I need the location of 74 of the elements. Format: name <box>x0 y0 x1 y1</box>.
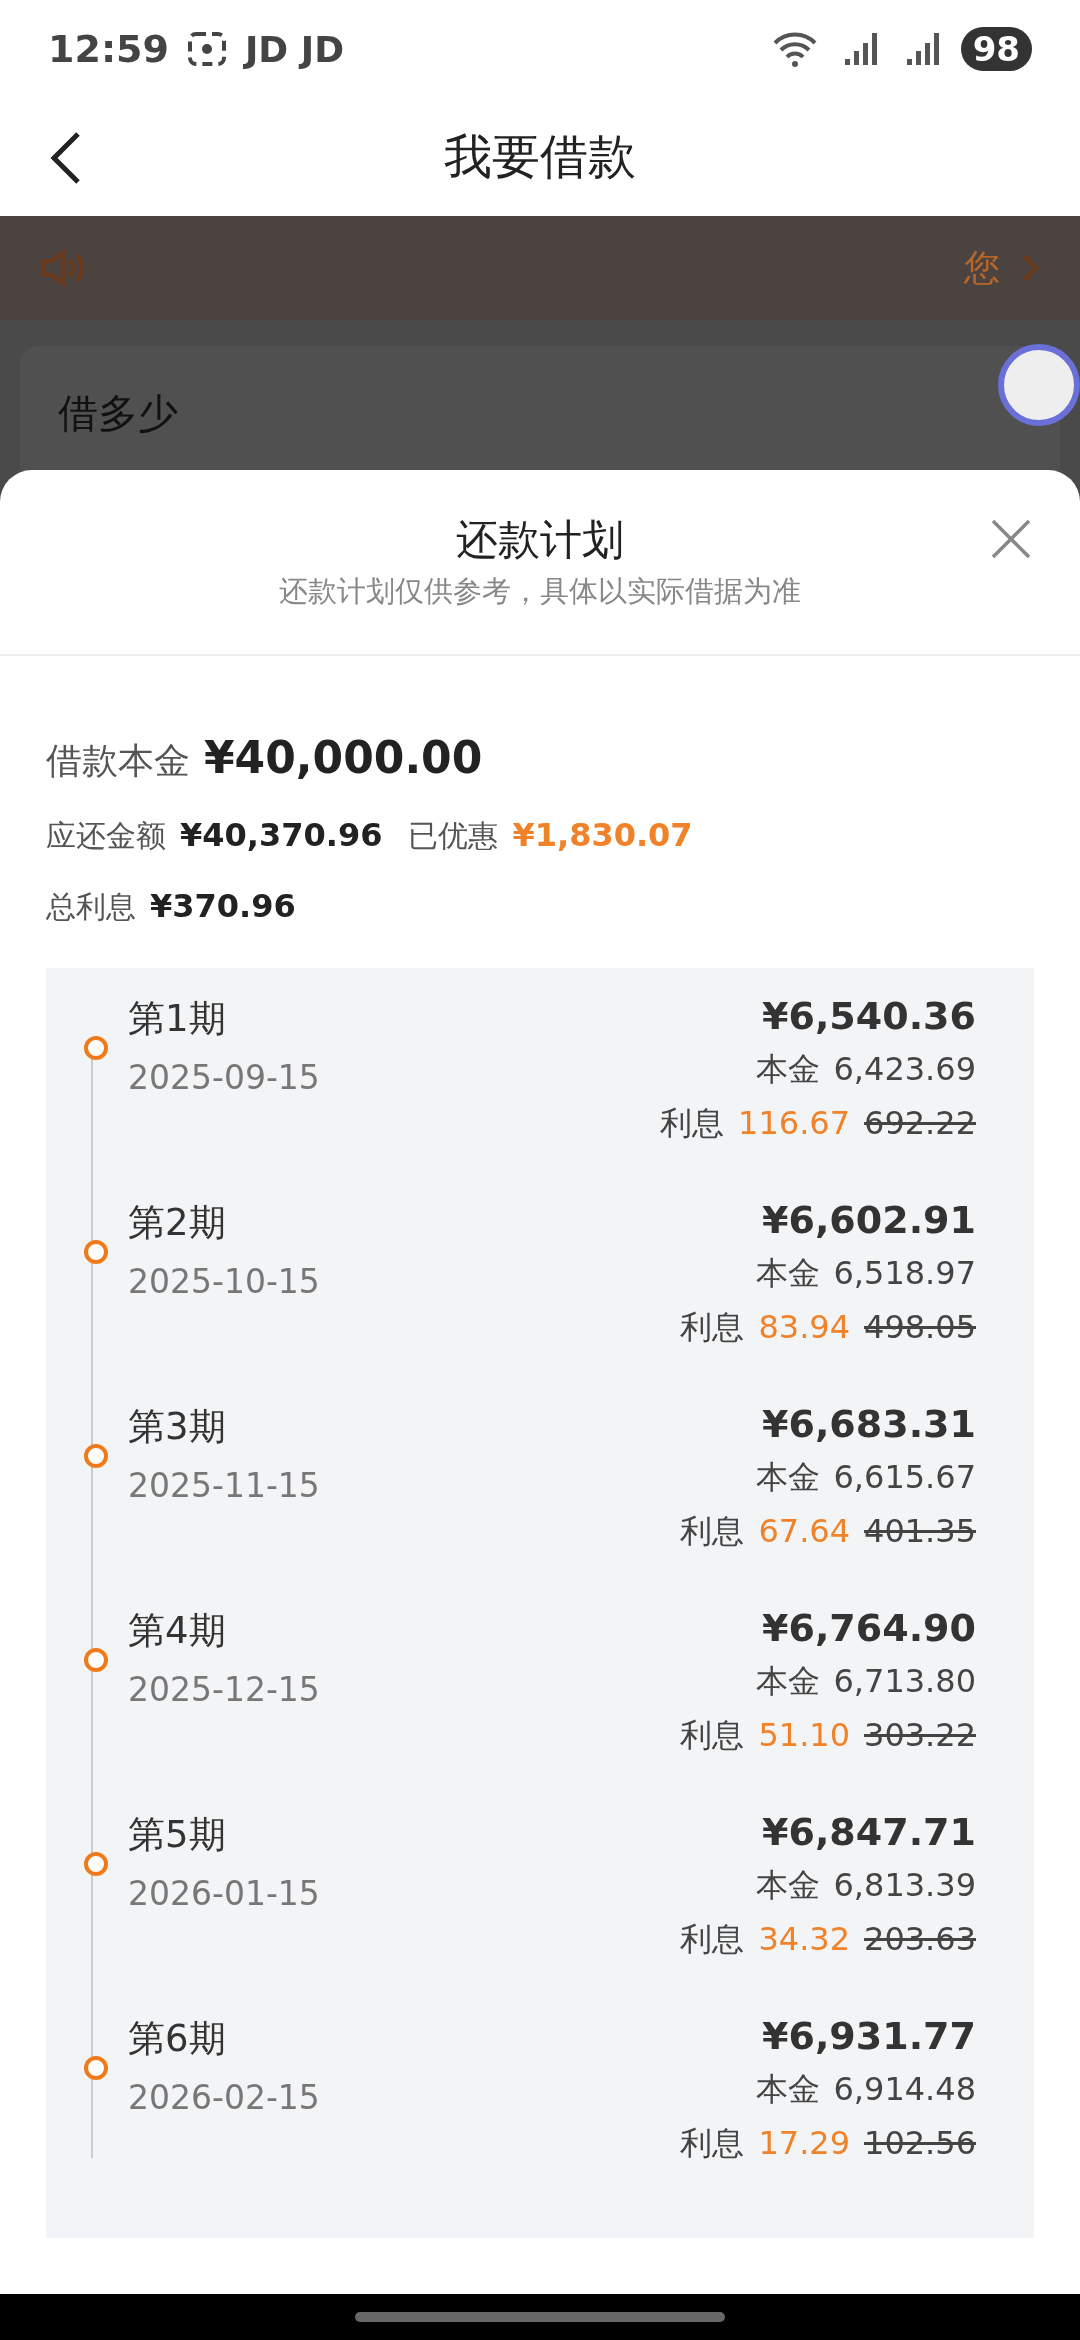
interest-label: 利息 <box>680 1511 745 1552</box>
principal-value: 6,713.80 <box>833 1662 976 1700</box>
principal-value: 6,914.48 <box>833 2070 976 2108</box>
period-total: ¥6,683.31 <box>762 1402 976 1446</box>
principal-label: 本金 <box>755 1865 820 1906</box>
interest-label: 利息 <box>680 1715 745 1756</box>
principal-value: 6,813.39 <box>833 1866 976 1904</box>
principal-label: 借款本金 <box>46 739 190 783</box>
battery-level: 98 <box>960 27 1032 71</box>
principal-label: 本金 <box>755 1253 820 1294</box>
close-icon[interactable] <box>990 518 1032 560</box>
principal-label: 本金 <box>755 2069 820 2110</box>
interest-value: 17.29 <box>758 2124 851 2162</box>
discount-label: 已优惠 <box>408 817 499 855</box>
period-total: ¥6,764.90 <box>762 1606 976 1650</box>
original-interest: 303.22 <box>864 1716 976 1754</box>
period-date: 2025-09-15 <box>128 1058 321 1097</box>
original-interest: 498.05 <box>864 1308 976 1346</box>
period-date: 2025-11-15 <box>128 1466 321 1505</box>
chevron-icon <box>1020 252 1040 284</box>
sheet-subtitle: 还款计划仅供参考，具体以实际借据为准 <box>279 573 801 610</box>
screenshot-icon <box>186 31 227 67</box>
timeline-dot <box>84 1648 108 1672</box>
interest-label: 总利息 <box>46 888 136 926</box>
timeline-dot <box>84 1240 108 1264</box>
period-label: 第2期 <box>128 1200 227 1246</box>
original-interest: 401.35 <box>864 1512 976 1550</box>
original-interest: 102.56 <box>864 2124 976 2162</box>
interest-amount: ¥370.96 <box>150 887 296 925</box>
speaker-icon <box>40 248 86 288</box>
sheet-title: 还款计划 <box>456 514 624 566</box>
period-total: ¥6,847.71 <box>762 1810 976 1854</box>
period-label: 第3期 <box>128 1404 227 1450</box>
timeline-dot <box>84 1444 108 1468</box>
carrier-label: JD JD <box>244 28 345 70</box>
principal-label: 本金 <box>755 1457 820 1498</box>
timeline-dot <box>84 2056 108 2080</box>
principal-amount: ¥40,000.00 <box>204 732 483 783</box>
period-total: ¥6,602.91 <box>762 1198 976 1242</box>
card-label: 借多少 <box>58 390 178 436</box>
period-date: 2025-10-15 <box>128 1262 321 1301</box>
interest-value: 116.67 <box>738 1104 851 1142</box>
due-amount: ¥40,370.96 <box>180 816 383 854</box>
notice-text: 您 <box>964 245 1000 290</box>
principal-value: 6,518.97 <box>833 1254 976 1292</box>
discount-amount: ¥1,830.07 <box>512 816 693 854</box>
principal-value: 6,423.69 <box>833 1050 976 1088</box>
period-total: ¥6,931.77 <box>762 2014 976 2058</box>
period-date: 2026-01-15 <box>128 1874 321 1913</box>
period-label: 第5期 <box>128 1812 227 1858</box>
due-label: 应还金额 <box>46 817 166 855</box>
period-label: 第4期 <box>128 1608 227 1654</box>
principal-value: 6,615.67 <box>833 1458 976 1496</box>
period-date: 2025-12-15 <box>128 1670 321 1709</box>
status-time: 12:59 <box>48 27 169 71</box>
interest-value: 51.10 <box>758 1716 851 1754</box>
interest-value: 83.94 <box>758 1308 851 1346</box>
page-title: 我要借款 <box>444 127 636 186</box>
interest-value: 34.32 <box>758 1920 851 1958</box>
period-label: 第1期 <box>128 996 227 1042</box>
interest-label: 利息 <box>660 1103 725 1144</box>
period-total: ¥6,540.36 <box>762 994 976 1038</box>
interest-value: 67.64 <box>758 1512 851 1550</box>
interest-label: 利息 <box>680 1307 745 1348</box>
interest-label: 利息 <box>680 1919 745 1960</box>
period-date: 2026-02-15 <box>128 2078 321 2117</box>
interest-label: 利息 <box>680 2123 745 2164</box>
principal-label: 本金 <box>755 1661 820 1702</box>
period-label: 第6期 <box>128 2016 227 2062</box>
original-interest: 203.63 <box>864 1920 976 1958</box>
timeline-dot <box>84 1852 108 1876</box>
timeline-dot <box>84 1036 108 1060</box>
principal-label: 本金 <box>755 1049 820 1090</box>
original-interest: 692.22 <box>864 1104 976 1142</box>
